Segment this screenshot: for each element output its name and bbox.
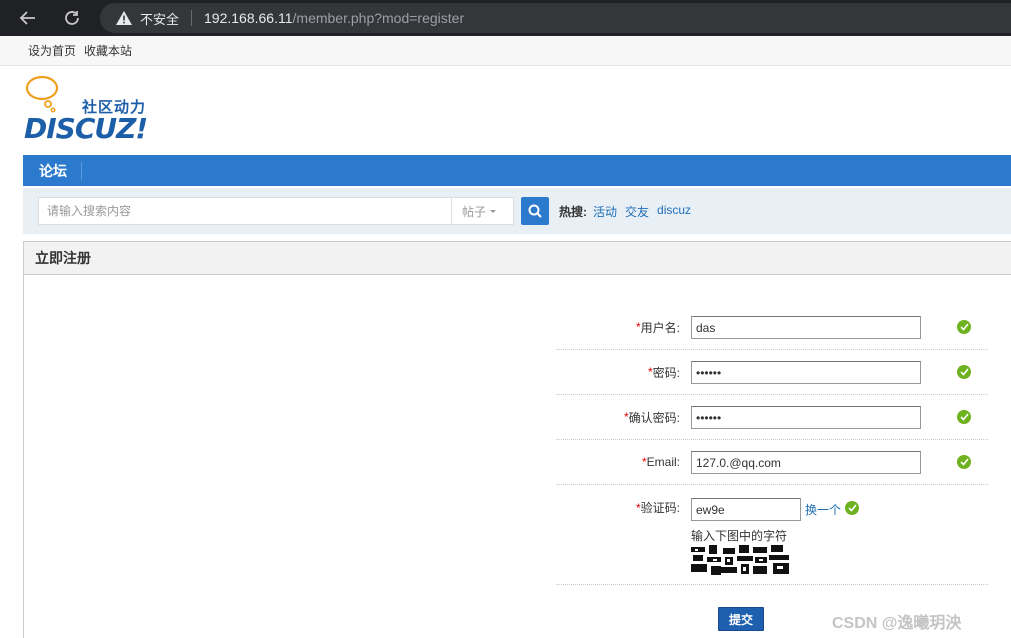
check-icon [845, 501, 859, 515]
check-icon [957, 455, 971, 469]
panel-title: 立即注册 [24, 242, 1011, 275]
speech-bubble-icon [25, 75, 59, 113]
username-field[interactable] [691, 316, 921, 339]
set-home-link[interactable]: 设为首页 [28, 42, 76, 59]
search-button[interactable] [521, 197, 549, 225]
hot-item[interactable]: 活动 [593, 203, 617, 220]
reload-icon[interactable] [60, 6, 84, 30]
discuz-logo[interactable]: 社区动力 DISCUZ! [24, 74, 164, 146]
password-label-text: 密码: [652, 365, 680, 380]
search-type-select[interactable]: 帖子 [452, 197, 514, 225]
hot-searches: 热搜: 活动 交友 discuz [559, 203, 699, 220]
security-warning[interactable]: 不安全 [116, 9, 179, 28]
chevron-down-icon [490, 210, 497, 213]
hot-label: 热搜: [559, 205, 587, 219]
hot-item[interactable]: discuz [657, 203, 691, 220]
confirm-password-label: * 确认密码: [624, 395, 680, 439]
nav-item-forum[interactable]: 论坛 [23, 161, 82, 180]
address-divider [191, 10, 193, 26]
captcha-hint: 输入下图中的字符 [691, 529, 788, 543]
check-icon [957, 410, 971, 424]
change-captcha-link[interactable]: 换一个 [805, 501, 841, 518]
username-label: * 用户名: [636, 305, 680, 349]
email-field[interactable] [691, 451, 921, 474]
url-host: 192.168.66.11 [204, 10, 293, 26]
username-label-text: 用户名: [640, 320, 680, 335]
confirm-password-field[interactable] [691, 406, 921, 429]
browser-toolbar: 不安全 192.168.66.11/member.php?mod=registe… [0, 0, 1011, 36]
watermark: CSDN @逸曦玥泱 [832, 615, 962, 632]
top-links: 设为首页 收藏本站 [0, 36, 1011, 66]
username-row: * 用户名: [556, 305, 988, 350]
email-row: * Email: [556, 440, 988, 485]
main-nav: 论坛 [23, 155, 1011, 186]
captcha-image[interactable] [691, 545, 791, 575]
password-label: * 密码: [648, 350, 680, 394]
search-type-label: 帖子 [462, 204, 487, 219]
warning-icon [116, 11, 132, 25]
captcha-field[interactable] [691, 498, 801, 521]
email-label: * Email: [642, 440, 680, 484]
search-bar: 帖子 热搜: 活动 交友 discuz [23, 188, 1011, 234]
url-path: /member.php?mod=register [292, 10, 465, 26]
captcha-row: *验证码: 换一个 输入下图中的字符 [556, 485, 988, 585]
search-input[interactable] [38, 197, 452, 225]
password-field[interactable] [691, 361, 921, 384]
password-row: * 密码: [556, 350, 988, 395]
submit-button[interactable]: 提交 [718, 607, 764, 631]
back-icon[interactable] [16, 6, 40, 30]
check-icon [957, 320, 971, 334]
check-icon [957, 365, 971, 379]
confirm-password-row: * 确认密码: [556, 395, 988, 440]
hot-item[interactable]: 交友 [625, 203, 649, 220]
captcha-label: * 验证码: [636, 485, 680, 530]
search-icon [528, 204, 542, 218]
bookmark-link[interactable]: 收藏本站 [84, 42, 132, 59]
confirm-password-label-text: 确认密码: [628, 410, 680, 425]
security-label: 不安全 [140, 11, 180, 27]
logo-title: DISCUZ! [24, 112, 148, 145]
address-bar[interactable]: 不安全 192.168.66.11/member.php?mod=registe… [100, 3, 1011, 33]
captcha-label-text: 验证码: [640, 501, 680, 515]
email-label-text: Email: [646, 455, 680, 469]
